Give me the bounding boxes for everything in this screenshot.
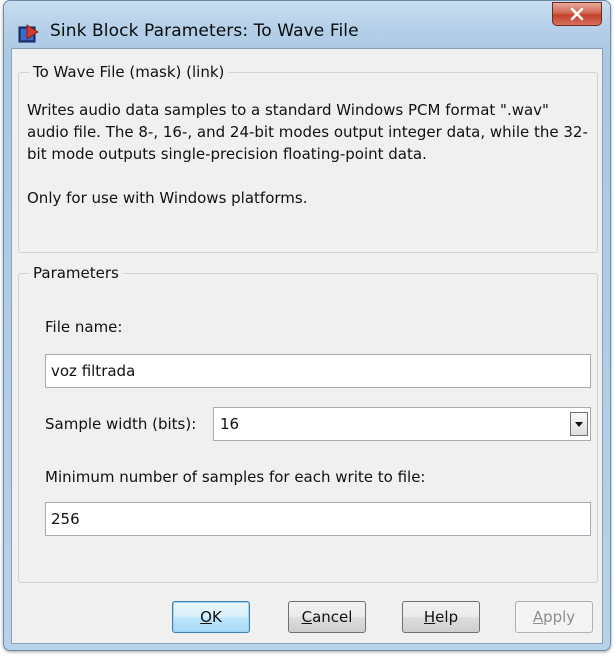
dialog-window: Sink Block Parameters: To Wave File To W… (3, 0, 611, 651)
apply-button: Apply (515, 601, 593, 633)
platform-note: Only for use with Windows platforms. (27, 189, 308, 207)
sample-width-select[interactable]: 16 (213, 407, 591, 441)
file-name-label: File name: (45, 318, 123, 336)
description-group: To Wave File (mask) (link) Writes audio … (18, 63, 598, 253)
apply-label: pply (543, 608, 576, 626)
close-button[interactable] (552, 2, 602, 26)
help-button[interactable]: Help (402, 601, 480, 633)
min-samples-label: Minimum number of samples for each write… (45, 468, 426, 486)
min-samples-field[interactable]: 256 (45, 502, 591, 536)
dialog-content: To Wave File (mask) (link) Writes audio … (11, 48, 603, 644)
sample-width-label: Sample width (bits): (45, 415, 197, 433)
cancel-button[interactable]: Cancel (288, 601, 366, 633)
description-paragraph: Writes audio data samples to a standard … (27, 101, 588, 163)
description-legend: To Wave File (mask) (link) (29, 63, 229, 81)
sample-width-value: 16 (220, 415, 240, 433)
ok-mnemonic: O (200, 608, 212, 626)
chevron-down-icon[interactable] (570, 412, 588, 436)
apply-mnemonic: A (532, 608, 544, 626)
help-label: elp (435, 608, 459, 626)
simulink-block-icon (18, 24, 39, 43)
help-mnemonic: H (423, 608, 436, 626)
ok-button[interactable]: OK (172, 601, 250, 633)
file-name-field[interactable]: voz filtrada (45, 354, 591, 388)
block-description: Writes audio data samples to a standard … (27, 99, 589, 209)
window-title: Sink Block Parameters: To Wave File (50, 21, 359, 41)
close-x-icon (570, 7, 584, 21)
cancel-mnemonic: C (301, 608, 313, 626)
ok-label: K (211, 608, 222, 626)
cancel-label: ancel (312, 608, 353, 626)
parameters-legend: Parameters (29, 264, 123, 282)
parameters-group: Parameters File name: voz filtrada Sampl… (18, 264, 598, 583)
